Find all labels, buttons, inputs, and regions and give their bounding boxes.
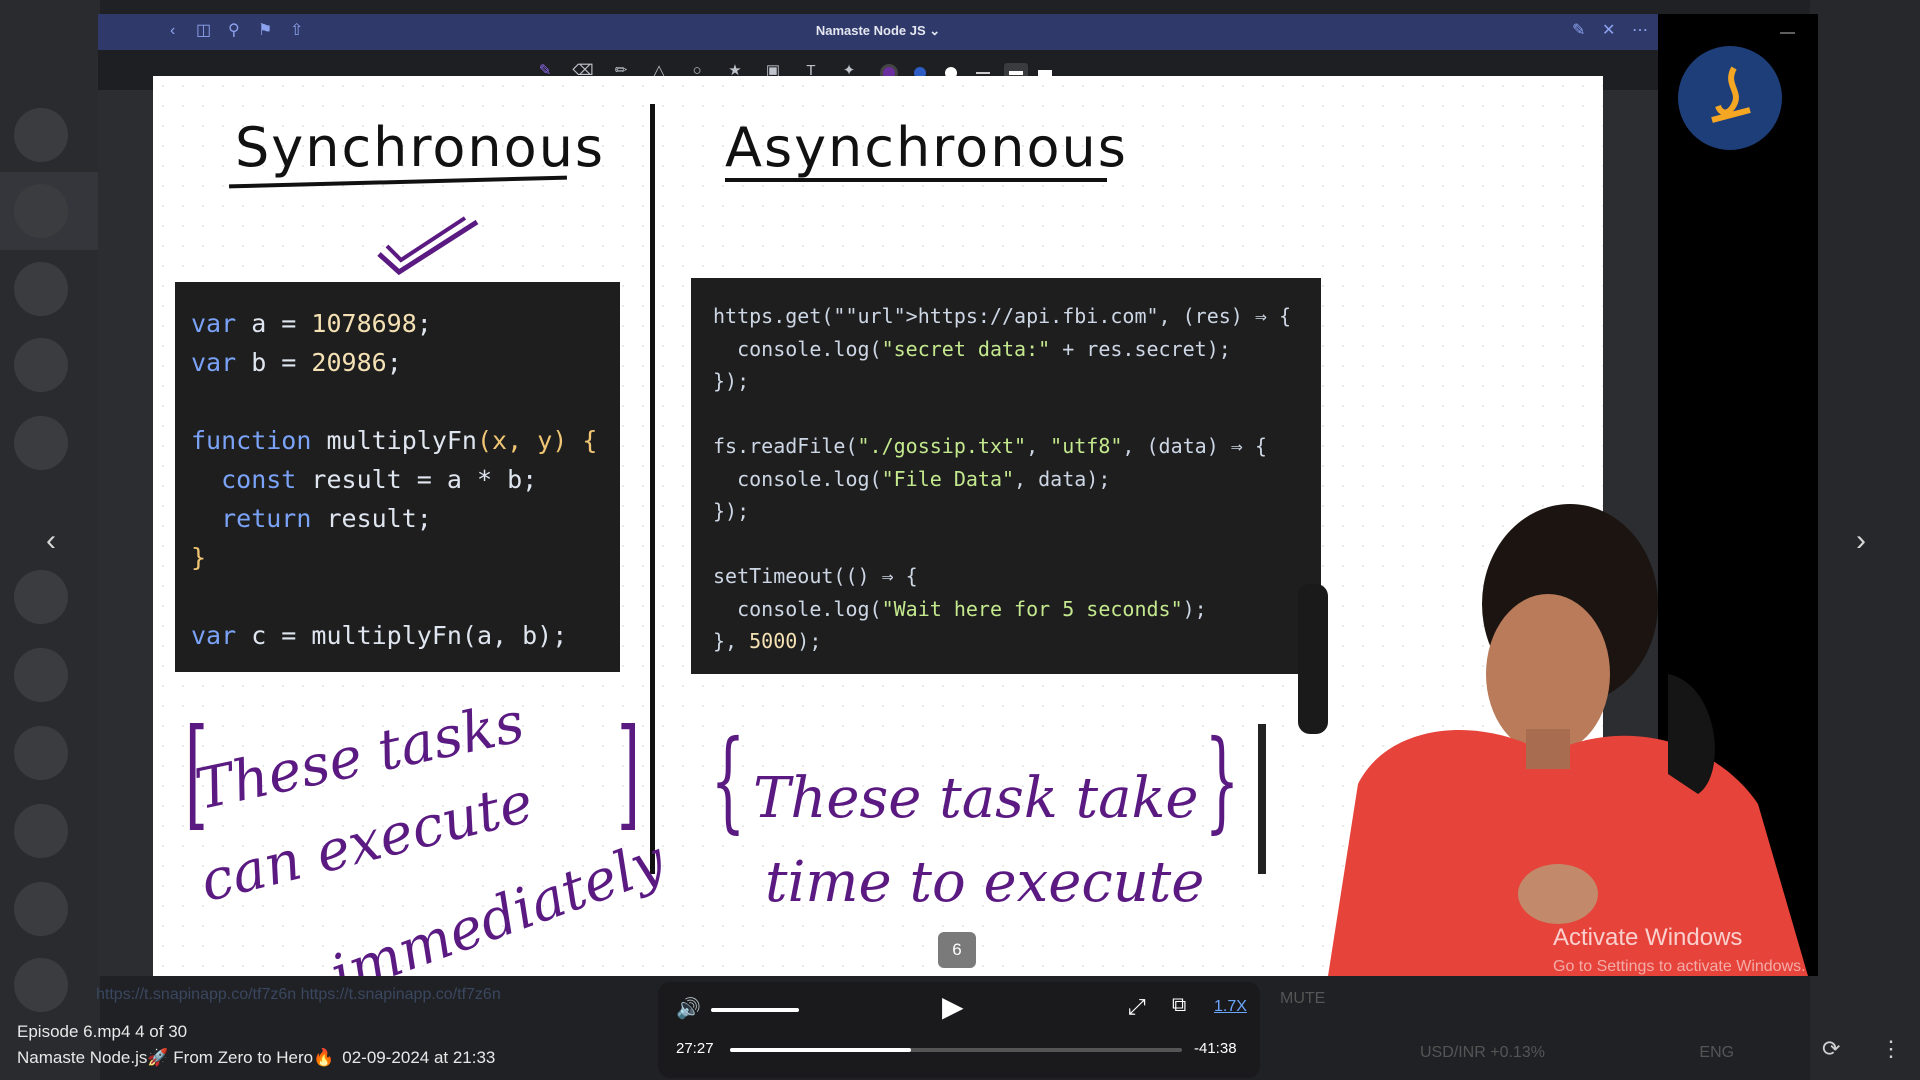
medium-stroke-line [1009,71,1023,75]
episode-info: Episode 6.mp4 4 of 30 [17,1022,188,1041]
more-icon[interactable]: ⋯ [1632,22,1648,40]
taskbar-tray: USD/INR +0.13% ENG [1420,1044,1734,1062]
close-icon[interactable]: ✕ [1602,22,1615,40]
post-timestamp: 02-09-2024 at 21:33 [342,1048,496,1067]
async-note-line-1: These task take [753,766,1199,831]
activate-windows-subtitle: Go to Settings to activate Windows. [1553,958,1806,975]
fullscreen-icon[interactable]: ⤢ [1128,994,1146,1020]
volume-slider[interactable] [711,1008,799,1012]
page-number-badge: 6 [938,932,976,968]
code-line: var a = 1078698; [191,309,432,338]
volume-icon[interactable]: 🔊 [676,996,701,1021]
player-controls: 🔊 ▶ ⤢ ⧉ 1.7X 27:27 -41:38 [658,982,1260,1078]
chat-avatar[interactable] [14,726,68,780]
thin-stroke-option[interactable] [976,72,990,74]
code-line: function multiplyFn(x, y) { [191,426,598,455]
chat-avatar[interactable] [14,416,68,470]
video-frame[interactable]: ‹ ◫ ⚲ ⚑ ⇧ Namaste Node JS ⌄ ✎ ✕ ⋯ ✎ ⌫ ✏ … [98,14,1818,976]
checkmark-icon [377,216,479,276]
course-info: Namaste Node.js🚀 From Zero to Hero🔥 02-09… [17,1048,495,1068]
playback-speed[interactable]: 1.7X [1214,998,1247,1016]
previous-arrow-icon[interactable]: ‹ [46,524,56,558]
code-line: https.get(""url">https://api.fbi.com", (… [713,304,1291,328]
elapsed-time: 27:27 [676,1040,714,1057]
chat-avatar[interactable] [14,108,68,162]
code-line: const result = a * b; [191,465,538,494]
new-page-icon[interactable]: ✎ [1572,22,1585,40]
ticker-text: USD/INR +0.13% [1420,1044,1545,1061]
notes-titlebar: ‹ ◫ ⚲ ⚑ ⇧ Namaste Node JS ⌄ ✎ ✕ ⋯ [98,14,1658,50]
screen: https://t.snapinapp.co/tf7z6n https://t.… [0,0,1920,1080]
course-name: Namaste Node.js🚀 From Zero to Hero🔥 [17,1048,335,1067]
mute-label: MUTE [1280,990,1326,1007]
chat-avatar[interactable] [14,570,68,624]
code-line: fs.readFile("./gossip.txt", "utf8", (dat… [713,434,1267,458]
channel-logo [1678,46,1782,150]
chat-avatar[interactable] [14,184,68,238]
next-arrow-icon[interactable]: › [1856,524,1866,558]
code-line: var c = multiplyFn(a, b); [191,621,568,650]
chat-avatar[interactable] [14,958,68,1012]
notes-title: Namaste Node JS ⌄ [815,23,941,38]
chat-avatar[interactable] [14,648,68,702]
code-line: }); [713,369,750,393]
right-bracket: ] [616,704,641,843]
chat-avatar[interactable] [14,804,68,858]
rotate-icon[interactable]: ⟳ [1822,1036,1840,1062]
async-note-line-2: time to execute [765,850,1205,915]
chat-avatar[interactable] [14,338,68,392]
sync-code-block: var a = 1078698; var b = 20986; function m… [175,282,620,672]
remaining-time: -41:38 [1194,1040,1237,1057]
code-line: console.log("secret data:" + res.secret)… [713,336,1231,361]
seek-bar[interactable] [730,1048,1182,1052]
asynchronous-heading: Asynchronous [725,116,1128,179]
presenter-video [1258,504,1808,976]
code-line: } [191,543,207,572]
code-line: return result; [191,504,432,533]
chat-avatar[interactable] [14,882,68,936]
seek-progress [730,1048,911,1052]
more-options-icon[interactable]: ⋮ [1880,1036,1902,1062]
chat-avatar[interactable] [14,262,68,316]
slide-divider [650,104,655,874]
heading-underline [725,178,1107,182]
language-indicator: ENG [1699,1044,1735,1061]
play-icon[interactable]: ▶ [942,990,964,1023]
activate-windows-title: Activate Windows [1553,924,1743,951]
code-line: var b = 20986; [191,348,402,377]
chat-link-text[interactable]: https://t.snapinapp.co/tf7z6n https://t.… [96,986,656,1010]
picture-in-picture-icon[interactable]: ⧉ [1172,994,1186,1017]
minimize-icon[interactable]: — [1780,24,1795,41]
synchronous-heading: Synchronous [235,116,606,179]
left-brace: { [710,716,746,844]
